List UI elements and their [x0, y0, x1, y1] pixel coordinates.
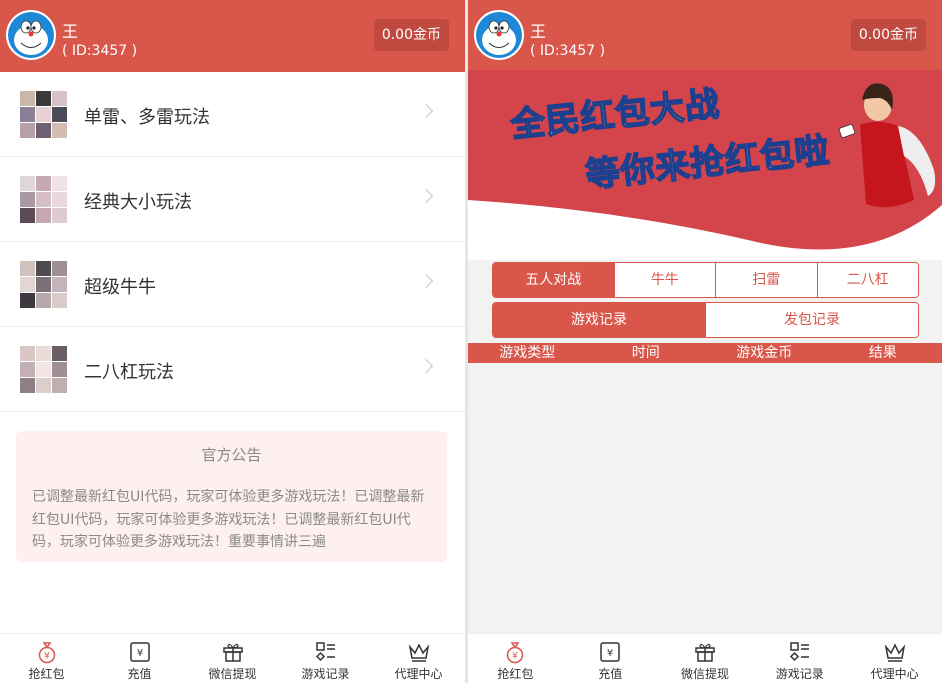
- user-avatar[interactable]: [474, 10, 524, 60]
- records-table-header: 游戏类型 时间 游戏金币 结果: [468, 343, 942, 363]
- nav-label: 充值: [127, 667, 152, 681]
- user-id: ( ID:3457 ): [62, 43, 138, 59]
- gift-icon: [222, 643, 243, 662]
- nav-label: 抢红包: [497, 667, 534, 681]
- announcement-title: 官方公告: [201, 446, 262, 464]
- column-header: 游戏金币: [736, 345, 793, 361]
- list-icon: [315, 642, 335, 662]
- game-item[interactable]: 超级牛牛: [0, 242, 465, 327]
- chevron-right-icon: [418, 103, 434, 119]
- game-item[interactable]: 经典大小玩法: [0, 157, 465, 242]
- user-avatar[interactable]: [6, 10, 56, 60]
- tab-game-records[interactable]: 游戏记录: [493, 303, 705, 337]
- nav-wechat-withdraw[interactable]: 微信提现: [658, 634, 753, 683]
- announcement-body: 已调整最新红包UI代码，玩家可体验更多游戏玩法！已调整最新红包UI代码，玩家可体…: [32, 489, 425, 550]
- nav-recharge[interactable]: ¥ 充值: [93, 634, 186, 683]
- nav-game-records[interactable]: 游戏记录: [752, 634, 847, 683]
- money-bag-icon: ¥: [507, 642, 524, 664]
- svg-text:¥: ¥: [136, 648, 142, 659]
- nav-label: 微信提现: [208, 667, 257, 681]
- tab-sent-packets[interactable]: 发包记录: [705, 303, 918, 337]
- nav-label: 代理中心: [870, 667, 919, 681]
- nav-label: 代理中心: [394, 667, 443, 681]
- coin-balance[interactable]: 0.00金币: [373, 19, 449, 51]
- svg-text:¥: ¥: [513, 652, 519, 662]
- svg-text:¥: ¥: [44, 652, 50, 662]
- wallet-icon: ¥: [129, 642, 150, 662]
- coin-balance[interactable]: 0.00金币: [850, 19, 926, 51]
- nav-grab-redpacket[interactable]: ¥ 抢红包: [468, 634, 563, 683]
- nav-label: 游戏记录: [301, 667, 350, 681]
- tab-five-player[interactable]: 五人对战: [493, 263, 614, 297]
- game-label: 单雷、多雷玩法: [84, 107, 210, 128]
- doraemon-avatar-icon: [476, 12, 522, 58]
- nav-game-records[interactable]: 游戏记录: [279, 634, 372, 683]
- nav-label: 微信提现: [680, 667, 729, 681]
- promo-banner: 全民红包大战 等你来抢红包啦: [468, 70, 942, 260]
- user-header: 王 ( ID:3457 ) 0.00金币: [0, 0, 465, 72]
- crown-icon: [884, 643, 905, 662]
- nav-label: 充值: [598, 667, 623, 681]
- game-item[interactable]: 二八杠玩法: [0, 327, 465, 412]
- nav-agent-center[interactable]: 代理中心: [372, 634, 465, 683]
- list-icon: [789, 642, 809, 662]
- game-thumbnail: [20, 176, 67, 223]
- wallet-icon: ¥: [600, 642, 620, 662]
- announcement-box: 官方公告 已调整最新红包UI代码，玩家可体验更多游戏玩法！已调整最新红包UI代码…: [16, 431, 447, 562]
- svg-text:¥: ¥: [607, 648, 613, 659]
- column-header: 游戏类型: [499, 345, 556, 361]
- tab-minesweeper[interactable]: 扫雷: [715, 263, 817, 297]
- nav-label: 游戏记录: [775, 667, 824, 681]
- record-type-tabs: 游戏记录 发包记录: [492, 302, 919, 338]
- chevron-right-icon: [418, 358, 434, 374]
- user-name: 王: [530, 22, 547, 41]
- lobby-screen: 王 ( ID:3457 ) 0.00金币 单雷、多雷玩法 经典大小玩法 超级牛牛…: [0, 0, 465, 683]
- app-stage: 王 ( ID:3457 ) 0.00金币 单雷、多雷玩法 经典大小玩法 超级牛牛…: [0, 0, 942, 683]
- crown-icon: [408, 643, 429, 662]
- game-label: 超级牛牛: [84, 277, 156, 298]
- game-thumbnail: [20, 261, 67, 308]
- doraemon-avatar-icon: [8, 12, 54, 58]
- nav-agent-center[interactable]: 代理中心: [847, 634, 942, 683]
- user-header: 王 ( ID:3457 ) 0.00金币: [468, 0, 942, 70]
- column-header: 结果: [868, 345, 897, 361]
- nav-recharge[interactable]: ¥ 充值: [563, 634, 658, 683]
- game-item[interactable]: 单雷、多雷玩法: [0, 72, 465, 157]
- game-list: 单雷、多雷玩法 经典大小玩法 超级牛牛 二八杠玩法: [0, 72, 465, 412]
- chevron-right-icon: [418, 188, 434, 204]
- bottom-nav: ¥ 抢红包 ¥ 充值 微信提现 游戏记录 代理中心: [0, 633, 465, 683]
- gift-icon: [695, 643, 715, 662]
- nav-label: 抢红包: [28, 667, 65, 681]
- nav-grab-redpacket[interactable]: ¥ 抢红包: [0, 634, 93, 683]
- game-thumbnail: [20, 346, 67, 393]
- tab-niuniu[interactable]: 牛牛: [613, 263, 716, 297]
- game-type-tabs: 五人对战 牛牛 扫雷 二八杠: [492, 262, 919, 298]
- game-thumbnail: [20, 91, 67, 138]
- nav-wechat-withdraw[interactable]: 微信提现: [186, 634, 279, 683]
- money-bag-icon: ¥: [38, 642, 55, 664]
- game-label: 经典大小玩法: [84, 192, 192, 213]
- user-id: ( ID:3457 ): [530, 43, 606, 59]
- bottom-nav: ¥ 抢红包 ¥ 充值 微信提现 游戏记录 代理中心: [468, 633, 942, 683]
- battle-screen: 王 ( ID:3457 ) 0.00金币 全民红包大战 等你来抢红包啦 五人对战: [468, 0, 942, 683]
- column-header: 时间: [631, 345, 660, 361]
- game-label: 二八杠玩法: [84, 362, 174, 383]
- user-name: 王: [62, 22, 79, 41]
- chevron-right-icon: [418, 273, 434, 289]
- records-table-body: [468, 363, 942, 633]
- tab-erbagang[interactable]: 二八杠: [816, 263, 918, 297]
